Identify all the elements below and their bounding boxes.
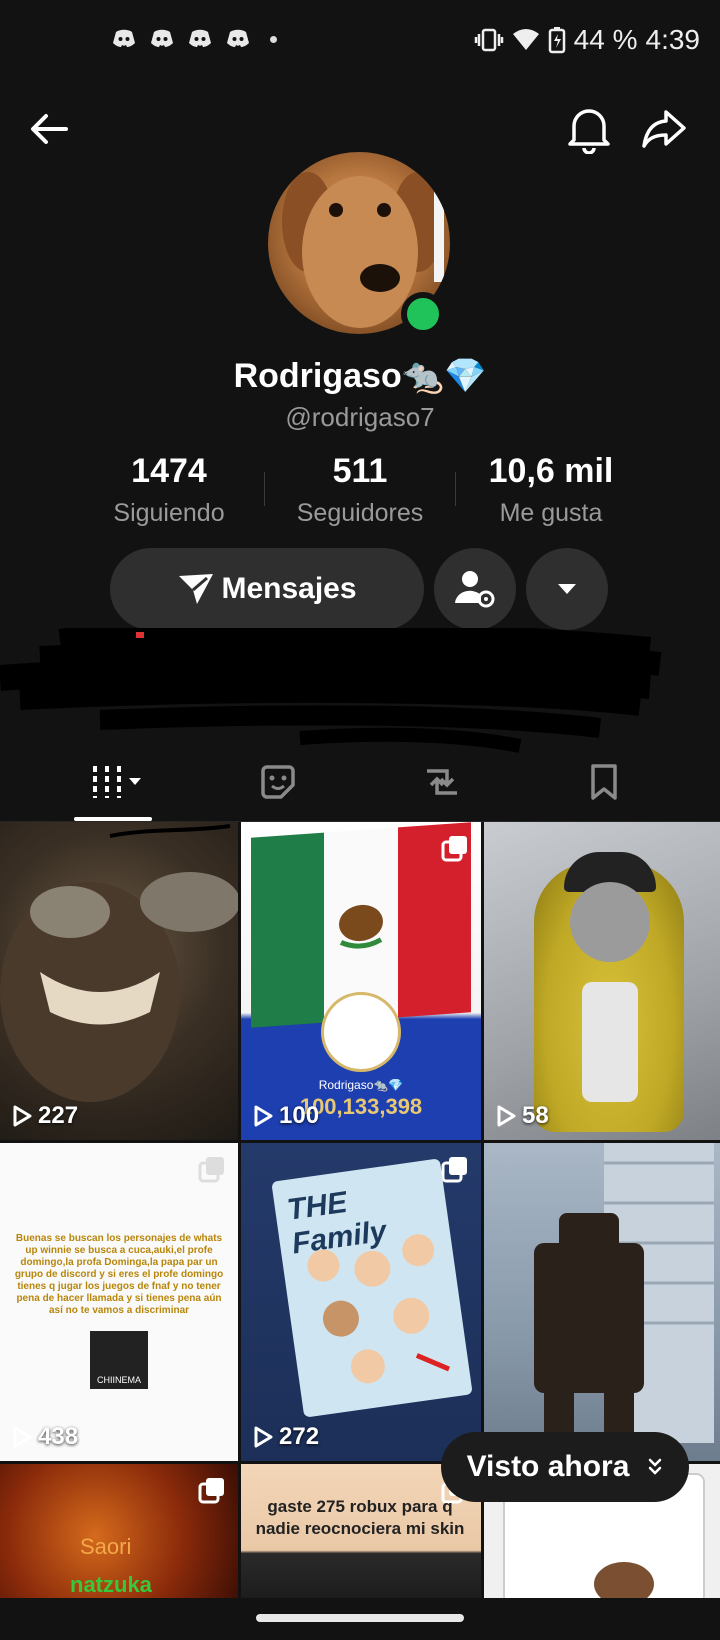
video-thumbnail[interactable]: 58 <box>484 822 720 1140</box>
messages-label: Mensajes <box>221 572 357 605</box>
multi-photo-icon <box>441 836 467 862</box>
grid-icon <box>93 766 141 798</box>
tab-saved[interactable] <box>574 756 634 808</box>
share-button[interactable] <box>640 106 688 152</box>
discord-icon <box>227 29 249 47</box>
view-count-value: 227 <box>38 1102 79 1129</box>
online-status-dot <box>401 292 445 336</box>
bell-icon <box>568 109 610 155</box>
wifi-icon <box>512 29 539 50</box>
family-card: THE Family <box>271 1158 473 1418</box>
discord-icon <box>113 29 135 47</box>
view-count: 100 <box>253 1102 319 1130</box>
stat-value: 1474 <box>131 452 207 490</box>
sticker-icon <box>261 765 295 799</box>
video-thumbnail[interactable]: Rodrigaso🐀💎 100,133,398 100 <box>241 822 481 1140</box>
view-count: 438 <box>12 1423 78 1451</box>
back-button[interactable] <box>26 106 72 152</box>
stat-label: Seguidores <box>296 499 424 527</box>
overlay-text: Saori <box>80 1534 132 1559</box>
stat-value: 10,6 mil <box>488 452 614 490</box>
overlay-name: Rodrigaso🐀💎 <box>318 1078 404 1092</box>
gorilla-belly <box>582 982 638 1102</box>
post-text: gaste 275 robux para q nadie reocnociera… <box>255 1497 465 1538</box>
thumbnail-art <box>0 824 238 1102</box>
visto-ahora-label: Visto ahora <box>466 1450 630 1483</box>
home-indicator[interactable] <box>256 1614 464 1622</box>
clock: 4:39 <box>645 24 701 55</box>
stat-followers[interactable]: 511 Seguidores <box>265 452 455 528</box>
vibrate-icon <box>474 28 503 52</box>
anime-avatar <box>321 992 401 1072</box>
view-count-value: 438 <box>38 1423 79 1450</box>
bookmark-icon <box>591 764 617 800</box>
notifications-button[interactable] <box>566 104 612 155</box>
active-tab-indicator <box>74 817 152 821</box>
play-icon <box>497 1105 516 1127</box>
play-icon <box>13 1426 32 1448</box>
more-notifications-dot <box>270 35 277 43</box>
battery-percent: 44 % <box>573 24 638 55</box>
multi-photo-icon <box>198 1478 224 1504</box>
tab-reposts[interactable] <box>412 756 472 808</box>
tab-stickers[interactable] <box>248 756 308 808</box>
discord-icon <box>151 29 173 47</box>
video-thumbnail[interactable] <box>484 1143 720 1461</box>
stat-likes[interactable]: 10,6 mil Me gusta <box>456 452 646 528</box>
profile-tabs <box>0 752 720 822</box>
battery-icon <box>548 27 565 54</box>
more-dropdown-button[interactable] <box>526 548 608 630</box>
chiinema-logo: CHIINEMA <box>90 1331 148 1389</box>
video-thumbnail[interactable]: 227 <box>0 822 238 1140</box>
view-count-value: 272 <box>279 1423 320 1450</box>
double-chevron-down-icon <box>649 1458 662 1475</box>
multi-photo-icon <box>198 1157 224 1183</box>
caret-down-icon <box>558 584 576 594</box>
view-count: 58 <box>496 1102 549 1130</box>
share-arrow-icon <box>642 110 686 148</box>
gorilla-face <box>570 882 650 962</box>
redacted-bio-scribble <box>0 628 662 753</box>
view-count-value: 100 <box>279 1102 320 1129</box>
stat-value: 511 <box>332 452 388 490</box>
family-faces <box>307 1234 451 1384</box>
stat-label: Siguiendo <box>113 499 225 527</box>
user-settings-icon <box>455 571 495 608</box>
notification-icons <box>112 28 277 50</box>
friend-settings-button[interactable] <box>434 548 516 630</box>
play-icon <box>254 1105 273 1127</box>
messages-button[interactable]: Mensajes <box>110 548 424 630</box>
tab-videos[interactable] <box>86 756 146 808</box>
stat-following[interactable]: 1474 Siguiendo <box>74 452 264 528</box>
video-thumbnail[interactable]: Buenas se buscan los personajes de whats… <box>0 1143 238 1461</box>
play-icon <box>254 1426 273 1448</box>
play-icon <box>13 1105 32 1127</box>
eagle-emblem <box>338 904 383 949</box>
multi-photo-icon <box>441 1157 467 1183</box>
view-count: 272 <box>253 1423 319 1451</box>
thumbnail-art <box>534 1143 714 1453</box>
repost-icon <box>427 769 457 795</box>
overlay-text: natzuka <box>70 1572 152 1597</box>
status-bar: 44 % 4:39 <box>0 0 720 84</box>
view-count: 227 <box>12 1102 78 1130</box>
stat-label: Me gusta <box>499 499 603 527</box>
arrow-left-icon <box>31 114 68 144</box>
visto-ahora-button[interactable]: Visto ahora <box>441 1432 689 1502</box>
video-thumbnail[interactable]: THE Family 272 <box>241 1143 481 1461</box>
view-count-value: 58 <box>522 1102 549 1129</box>
post-text: Buenas se buscan los personajes de whats… <box>14 1233 224 1316</box>
system-icons: 44 % 4:39 <box>474 24 700 56</box>
display-name: Rodrigaso🐀💎 <box>233 357 487 395</box>
send-icon <box>179 574 214 604</box>
profile-stats: 1474 Siguiendo 511 Seguidores 10,6 mil M… <box>0 452 720 528</box>
discord-icon <box>189 29 211 47</box>
video-thumbnail[interactable]: Saori natzuka <box>0 1464 238 1602</box>
username: @rodrigaso7 <box>285 402 435 432</box>
